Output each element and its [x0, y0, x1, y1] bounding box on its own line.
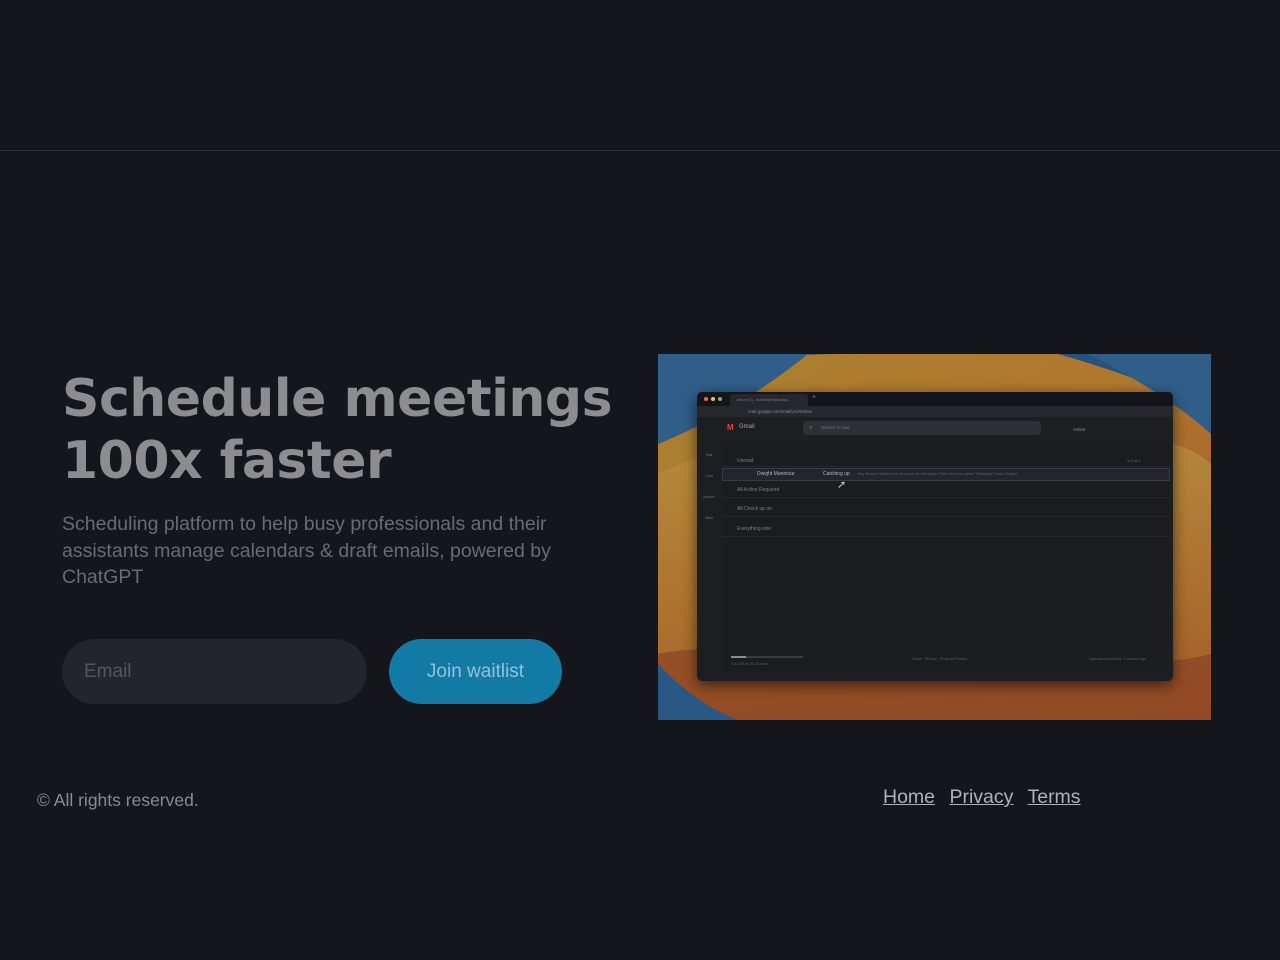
footer-nav: Home Privacy Terms: [883, 786, 1090, 809]
inbox-section-unread: Unread 1–1 of 1: [723, 456, 1169, 467]
footer-link-terms[interactable]: Terms: [1027, 786, 1080, 808]
minimize-window-dot-icon: [711, 397, 715, 401]
inbox-section-everything-else: Everything else: [723, 522, 1169, 537]
browser-tab: Inbox (1) - scheduler@rocky...: [730, 394, 808, 406]
gmail-footer-links: Terms · Privacy · Program Policies: [912, 657, 968, 661]
search-icon: ⌕: [809, 425, 813, 431]
footer-link-privacy[interactable]: Privacy: [949, 786, 1013, 808]
section-label: All Action Required: [737, 487, 780, 493]
top-bar: [0, 0, 1280, 151]
section-count: 1–1 of 1: [1127, 459, 1140, 463]
gmail-logo-icon: M: [727, 423, 734, 432]
gmail-inbox-list: Unread 1–1 of 1 Dwight Manetour Catching…: [722, 442, 1170, 672]
hero-title-line-2: 100x faster: [62, 431, 392, 491]
browser-tab-bar: Inbox (1) - scheduler@rocky... +: [697, 392, 1173, 406]
maximize-window-dot-icon: [718, 397, 722, 401]
storage-meter-fill: [731, 656, 746, 658]
close-window-dot-icon: [704, 397, 708, 401]
email-field[interactable]: [62, 639, 367, 704]
gmail-side-rail: Mail Chat Spaces Meet: [697, 437, 721, 681]
section-label: All Check up on: [737, 506, 773, 512]
rail-item-spaces: Spaces: [703, 495, 715, 499]
inbox-section-action-required: All Action Required: [723, 483, 1169, 498]
browser-url-bar: mail.google.com/mail/u/1/#inbox: [697, 406, 1173, 417]
product-screenshot: Inbox (1) - scheduler@rocky... + mail.go…: [658, 354, 1211, 720]
email-snippet: - Hey Rocky! Would love to catch up this…: [855, 471, 1018, 476]
section-label: Everything else: [737, 526, 772, 532]
storage-meter: [731, 656, 803, 658]
email-row: Dwight Manetour Catching up - Hey Rocky!…: [722, 468, 1170, 481]
gmail-last-activity: Last account activity: 2 minutes ago: [1089, 657, 1146, 661]
gmail-status: Active: [1073, 427, 1086, 432]
storage-text: 0.01 GB of 15 GB used: [731, 662, 769, 666]
gmail-app-name: Gmail: [739, 424, 755, 430]
rail-item-meet: Meet: [705, 516, 713, 520]
hero-title: Schedule meetings 100x faster: [62, 368, 622, 492]
email-sender: Dwight Manetour: [757, 471, 795, 477]
browser-window: Inbox (1) - scheduler@rocky... + mail.go…: [697, 392, 1173, 681]
section-label: Unread: [737, 458, 754, 464]
join-waitlist-button[interactable]: Join waitlist: [389, 639, 562, 704]
gmail-search-placeholder: Search in mail: [821, 425, 850, 430]
new-tab-icon: +: [812, 394, 817, 401]
url-text: mail.google.com/mail/u/1/#inbox: [748, 409, 813, 414]
rail-item-chat: Chat: [705, 474, 713, 478]
hero-subtitle: Scheduling platform to help busy profess…: [62, 513, 551, 588]
copyright-text: © All rights reserved.: [37, 790, 199, 810]
footer-link-home[interactable]: Home: [883, 786, 935, 808]
mouse-cursor-icon: ➚: [837, 479, 847, 491]
gmail-search-bar: ⌕ Search in mail: [803, 421, 1041, 435]
hero-title-line-1: Schedule meetings: [62, 369, 613, 429]
inbox-section-check-up-on: All Check up on: [723, 502, 1169, 517]
rail-item-mail: Mail: [705, 453, 713, 457]
